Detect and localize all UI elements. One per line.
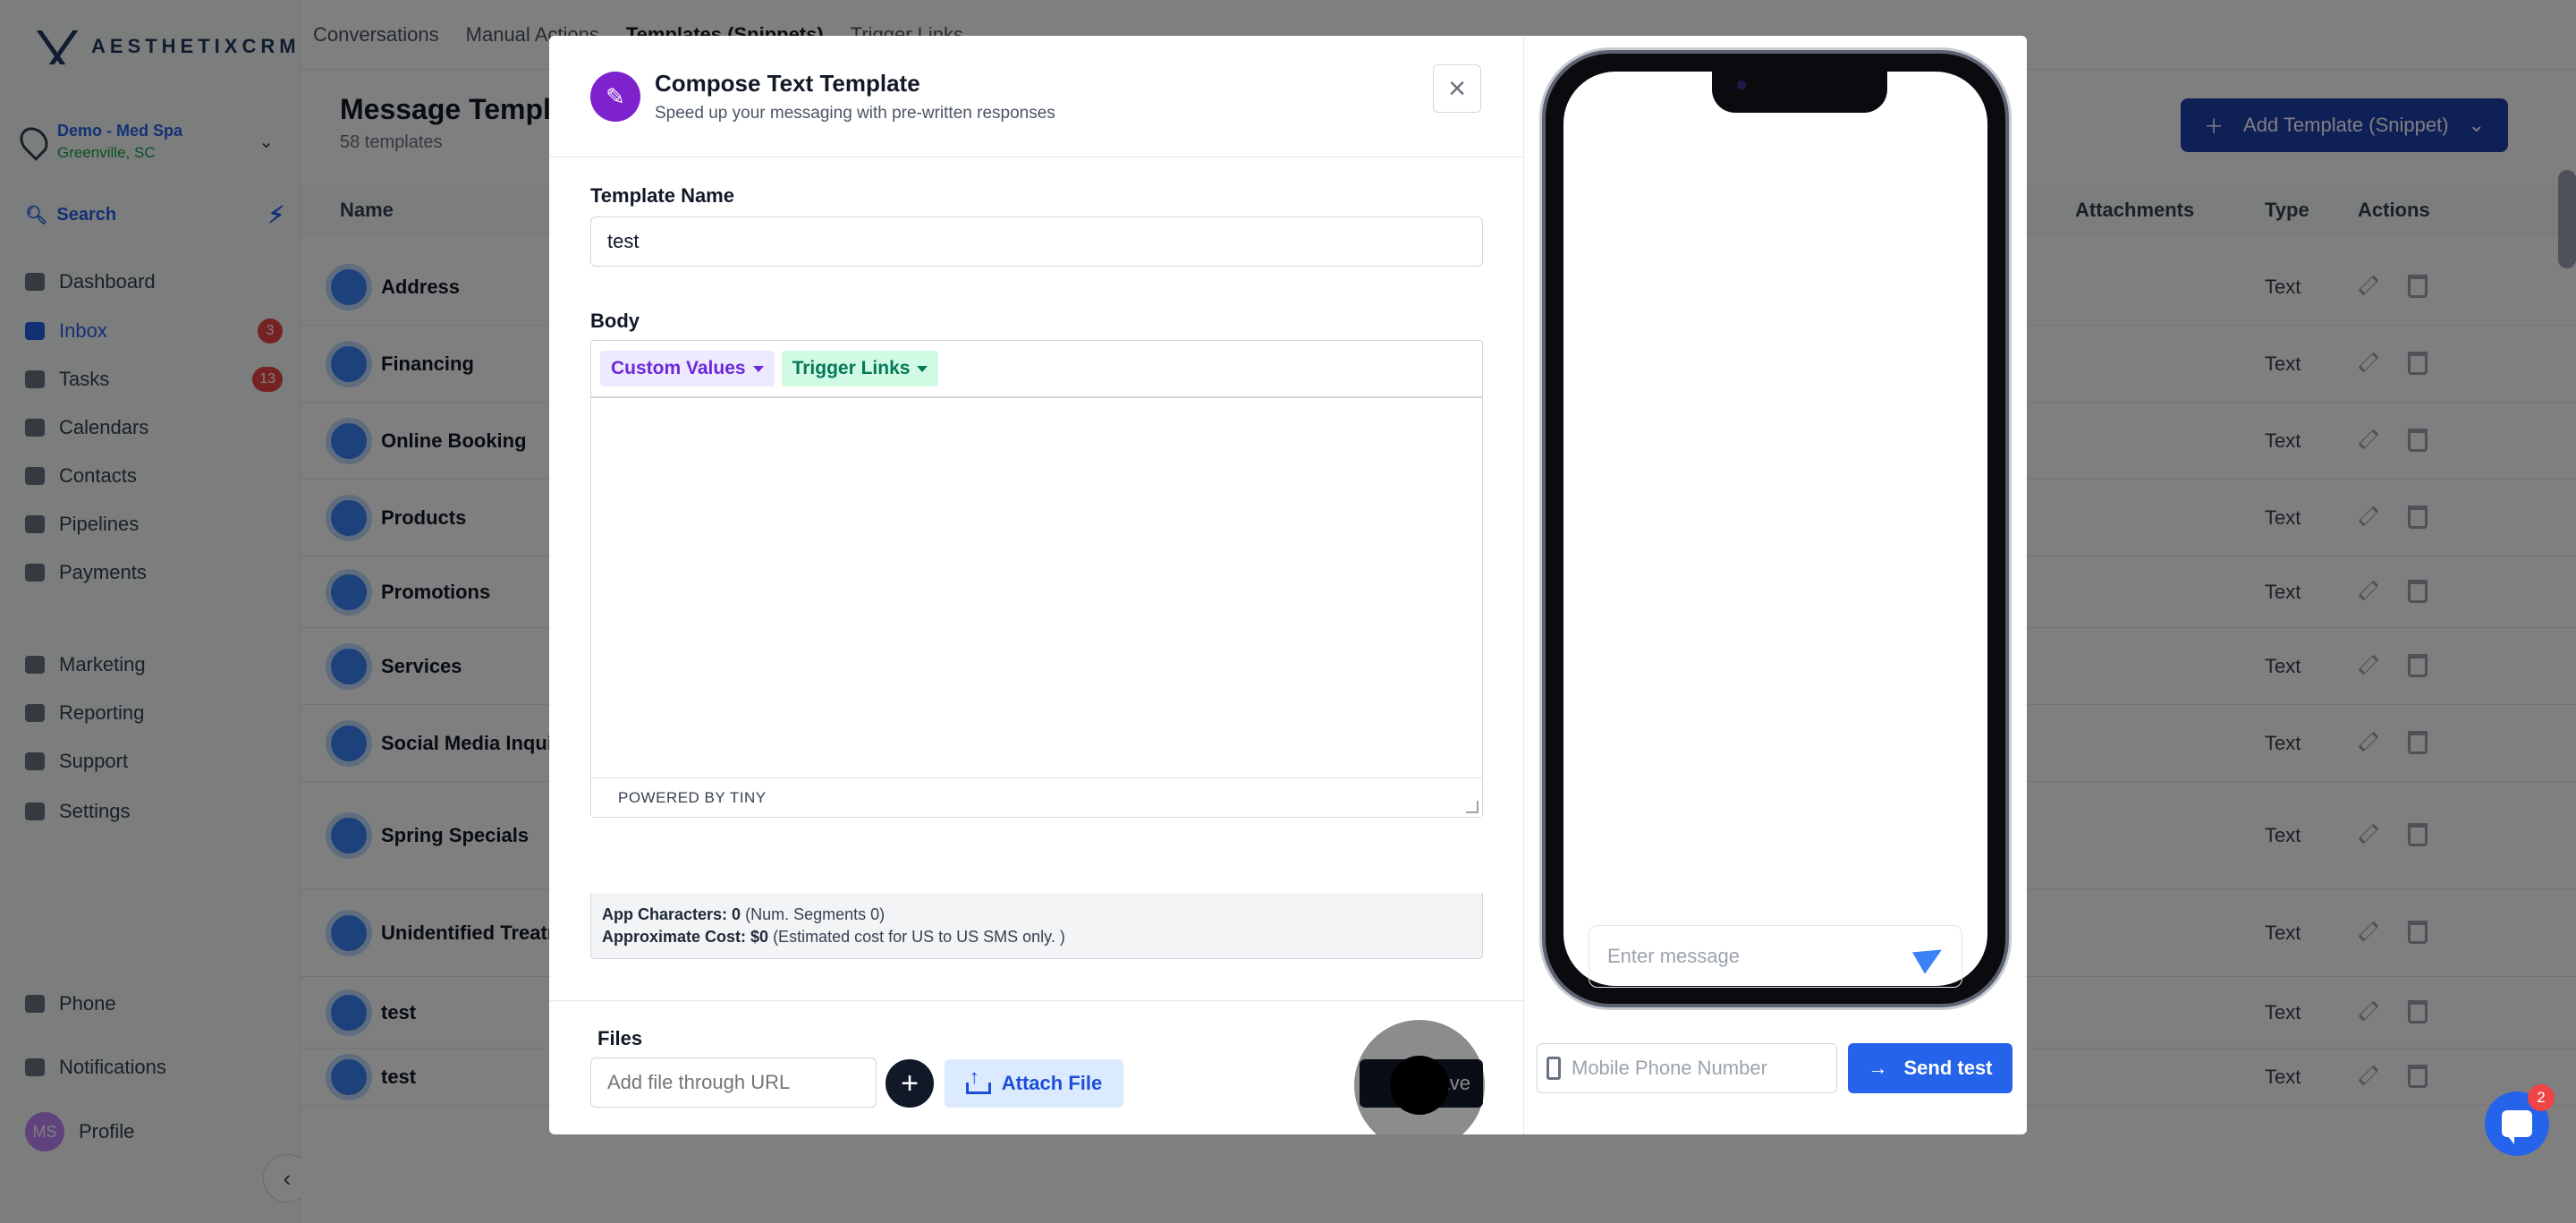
camera-icon: [1737, 81, 1746, 89]
resize-handle[interactable]: [1466, 801, 1479, 813]
editor-toolbar: Custom Values Trigger Links: [591, 341, 1482, 398]
custom-values-label: Custom Values: [611, 358, 746, 378]
chat-icon: [2502, 1110, 2532, 1144]
divider: [549, 1000, 1523, 1001]
body-editor: Custom Values Trigger Links POWERED BY T…: [590, 340, 1483, 818]
modal-title: Compose Text Template: [655, 70, 920, 97]
mobile-placeholder: Mobile Phone Number: [1572, 1057, 1767, 1079]
trigger-links-dropdown[interactable]: Trigger Links: [781, 351, 939, 386]
cursor-dot: [1390, 1056, 1449, 1115]
mobile-phone-input[interactable]: Mobile Phone Number: [1537, 1043, 1837, 1093]
add-url-button[interactable]: +: [886, 1059, 934, 1108]
character-counter: App Characters: 0 (Num. Segments 0) Appr…: [590, 893, 1483, 959]
pencil-icon: ✎: [590, 72, 640, 122]
modal-form: ✎ Compose Text Template Speed up your me…: [549, 36, 1524, 1134]
phone-mockup: Enter message: [1542, 50, 2009, 1007]
attach-file-label: Attach File: [1001, 1072, 1103, 1094]
cost-note: (Estimated cost for US to US SMS only. ): [773, 928, 1065, 946]
modal-header: ✎ Compose Text Template Speed up your me…: [549, 36, 1523, 157]
app-chars: App Characters: 0: [602, 905, 741, 923]
modal-subtitle: Speed up your messaging with pre-written…: [655, 104, 1055, 123]
arrow-right-icon: →: [1868, 1057, 1888, 1079]
phone-notch: [1712, 72, 1887, 113]
upload-icon: [965, 1066, 991, 1094]
plus-icon: +: [901, 1066, 919, 1100]
close-icon: ×: [1448, 71, 1466, 106]
template-name-label: Template Name: [590, 184, 734, 207]
template-name-input[interactable]: [590, 217, 1483, 267]
message-placeholder: Enter message: [1607, 945, 1740, 967]
send-icon[interactable]: [1912, 938, 1948, 974]
send-test-label: Send test: [1903, 1057, 1993, 1079]
chat-badge: 2: [2528, 1084, 2555, 1111]
file-url-input[interactable]: [590, 1057, 877, 1108]
close-button[interactable]: ×: [1433, 64, 1481, 113]
body-label: Body: [590, 310, 640, 332]
preview-message-input[interactable]: Enter message: [1589, 925, 1962, 988]
editor-statusbar: POWERED BY TINY: [591, 777, 1482, 817]
attach-file-button[interactable]: Attach File: [945, 1059, 1123, 1108]
trigger-links-label: Trigger Links: [792, 358, 911, 378]
custom-values-dropdown[interactable]: Custom Values: [600, 351, 775, 386]
phone-screen: Enter message: [1563, 72, 1987, 988]
mobile-icon: [1546, 1057, 1561, 1080]
files-label: Files: [597, 1027, 643, 1049]
compose-template-modal: ✎ Compose Text Template Speed up your me…: [549, 36, 2027, 1134]
caret-down-icon: [917, 365, 928, 372]
sms-preview: Enter message Mobile Phone Number → Send…: [1524, 36, 2027, 1134]
segments-note: (Num. Segments 0): [745, 905, 886, 923]
powered-by[interactable]: POWERED BY TINY: [618, 789, 767, 806]
approx-cost: Approximate Cost: $0: [602, 928, 769, 946]
send-test-button[interactable]: → Send test: [1848, 1043, 2012, 1093]
caret-down-icon: [752, 365, 764, 372]
